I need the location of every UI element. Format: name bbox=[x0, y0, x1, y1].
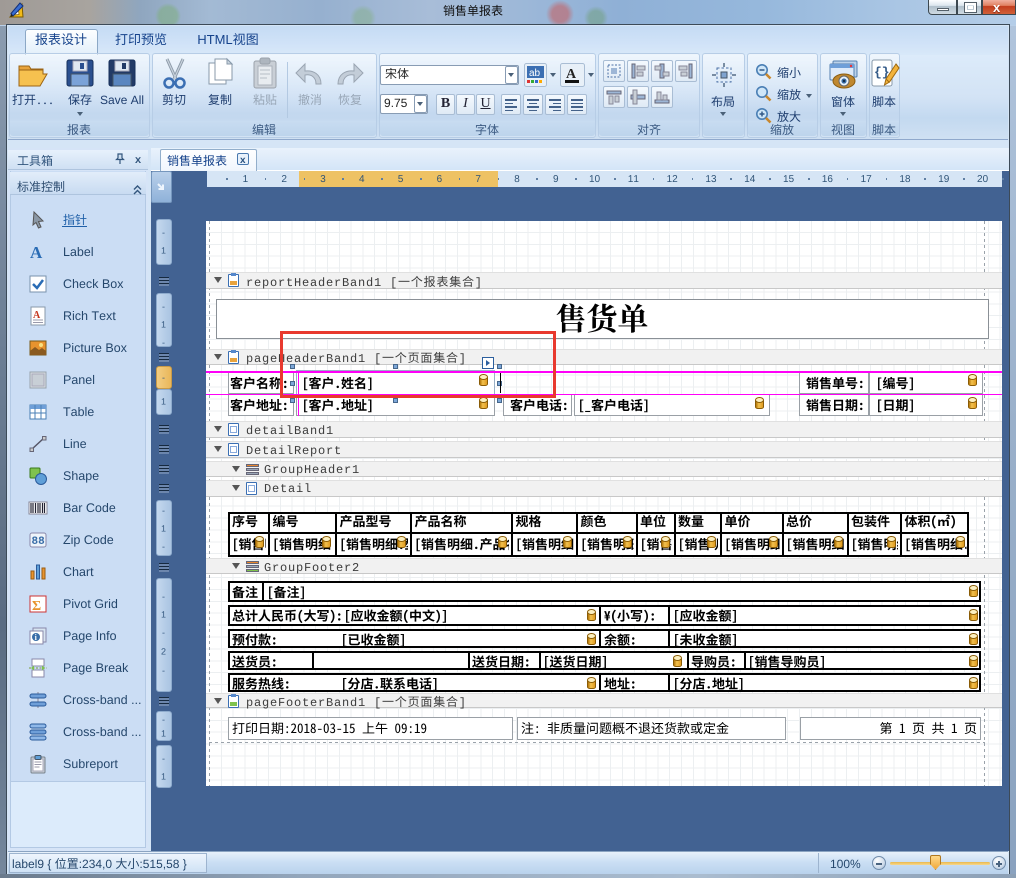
svg-text:ab: ab bbox=[529, 68, 541, 79]
svg-text:A: A bbox=[566, 67, 577, 82]
svg-text:A: A bbox=[33, 310, 41, 321]
svg-text:Σ: Σ bbox=[32, 599, 41, 614]
svg-text:A: A bbox=[30, 243, 43, 262]
svg-text:88: 88 bbox=[32, 536, 46, 548]
